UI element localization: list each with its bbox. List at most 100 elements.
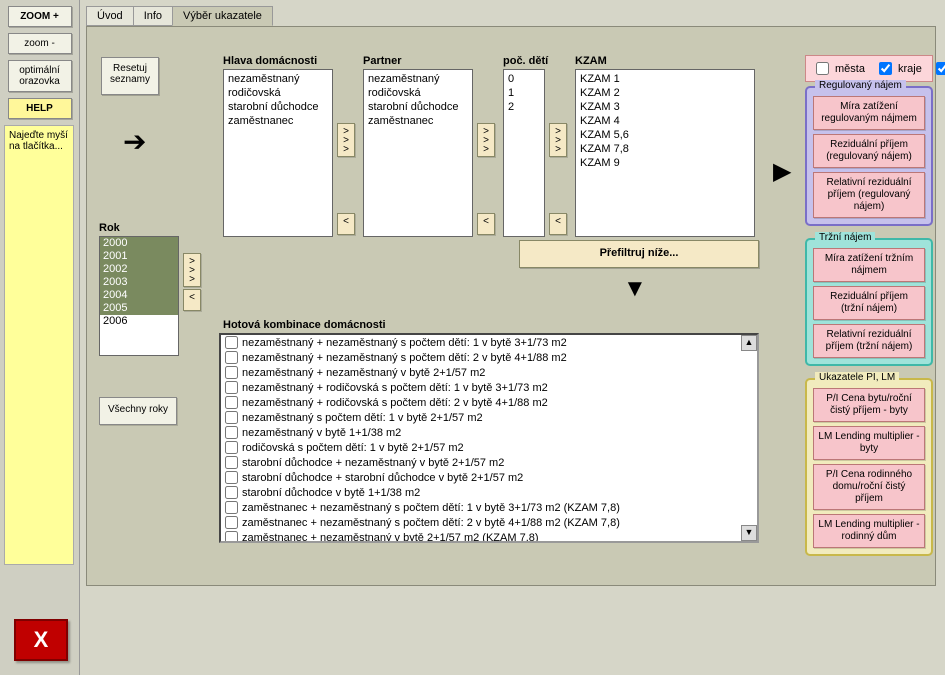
scroll-down-button[interactable]: ▼ xyxy=(741,525,757,541)
list-item[interactable]: KZAM 4 xyxy=(578,114,752,128)
hlava-add-button[interactable]: >>> xyxy=(337,123,355,157)
combo-row[interactable]: starobní důchodce v bytě 1+1/38 m2 xyxy=(221,485,757,500)
list-item[interactable]: 2006 xyxy=(100,315,178,328)
combo-row[interactable]: nezaměstnaný + nezaměstnaný s počtem dět… xyxy=(221,335,757,350)
combo-row[interactable]: starobní důchodce + starobní důchodce v … xyxy=(221,470,757,485)
rok-add-button[interactable]: >>> xyxy=(183,253,201,287)
reset-lists-button[interactable]: Resetuj seznamy xyxy=(101,57,159,95)
list-rok[interactable]: 2000 2001 2002 2003 2004 2005 2006 xyxy=(99,236,179,356)
combo-row[interactable]: starobní důchodce + nezaměstnaný v bytě … xyxy=(221,455,757,470)
combo-checkbox[interactable] xyxy=(225,396,238,409)
hlava-remove-button[interactable]: < xyxy=(337,213,355,235)
list-deti[interactable]: 0 1 2 xyxy=(503,69,545,237)
list-item[interactable]: zaměstnanec xyxy=(226,114,330,128)
combo-label: Hotová kombinace domácnosti xyxy=(223,319,386,331)
tab-vyber[interactable]: Výběr ukazatele xyxy=(172,6,273,26)
list-item[interactable]: 2005 xyxy=(100,302,178,315)
col-kzam-label: KZAM xyxy=(575,55,755,67)
list-item[interactable]: 2002 xyxy=(100,263,178,276)
close-button[interactable]: X xyxy=(14,619,68,661)
combo-checkbox[interactable] xyxy=(225,531,238,543)
btn-pi-byt[interactable]: P/I Cena bytu/roční čistý příjem - byty xyxy=(813,388,925,422)
combo-row[interactable]: rodičovská s počtem dětí: 1 v bytě 2+1/5… xyxy=(221,440,757,455)
list-item[interactable]: 2001 xyxy=(100,250,178,263)
list-item[interactable]: nezaměstnaný xyxy=(366,72,470,86)
combo-checkbox[interactable] xyxy=(225,501,238,514)
list-item[interactable]: rodičovská xyxy=(366,86,470,100)
rok-remove-button[interactable]: < xyxy=(183,289,201,311)
combo-checkbox[interactable] xyxy=(225,441,238,454)
list-item[interactable]: starobní důchodce xyxy=(226,100,330,114)
arrow-down-icon: ▼ xyxy=(623,275,647,303)
filter-mesta[interactable]: města xyxy=(812,59,865,78)
partner-remove-button[interactable]: < xyxy=(477,213,495,235)
prefilter-button[interactable]: Přefiltruj níže... xyxy=(519,240,759,268)
combo-row[interactable]: nezaměstnaný s počtem dětí: 1 v bytě 2+1… xyxy=(221,410,757,425)
list-kzam[interactable]: KZAM 1 KZAM 2 KZAM 3 KZAM 4 KZAM 5,6 KZA… xyxy=(575,69,755,237)
list-item[interactable]: rodičovská xyxy=(226,86,330,100)
combo-list[interactable]: nezaměstnaný + nezaměstnaný s počtem dět… xyxy=(219,333,759,543)
list-hlava[interactable]: nezaměstnaný rodičovská starobní důchodc… xyxy=(223,69,333,237)
combo-checkbox[interactable] xyxy=(225,381,238,394)
combo-checkbox[interactable] xyxy=(225,516,238,529)
all-years-button[interactable]: Všechny roky xyxy=(99,397,177,425)
list-partner[interactable]: nezaměstnaný rodičovská starobní důchodc… xyxy=(363,69,473,237)
panel-regulovany-najem: Regulovaný nájem Míra zatížení regulovan… xyxy=(805,86,933,226)
btn-rel-rezid-reg[interactable]: Relativní reziduální příjem (regulovaný … xyxy=(813,172,925,218)
combo-row[interactable]: nezaměstnaný + rodičovská s počtem dětí:… xyxy=(221,380,757,395)
combo-checkbox[interactable] xyxy=(225,426,238,439)
tab-info[interactable]: Info xyxy=(133,6,173,26)
scroll-up-button[interactable]: ▲ xyxy=(741,335,757,351)
combo-checkbox[interactable] xyxy=(225,336,238,349)
deti-remove-button[interactable]: < xyxy=(549,213,567,235)
combo-text: nezaměstnaný + rodičovská s počtem dětí:… xyxy=(242,397,548,409)
combo-checkbox[interactable] xyxy=(225,351,238,364)
btn-rezid-reg[interactable]: Reziduální příjem (regulovaný nájem) xyxy=(813,134,925,168)
list-item[interactable]: 2004 xyxy=(100,289,178,302)
list-item[interactable]: KZAM 7,8 xyxy=(578,142,752,156)
combo-checkbox[interactable] xyxy=(225,411,238,424)
combo-row[interactable]: zaměstnanec + nezaměstnaný s počtem dětí… xyxy=(221,500,757,515)
combo-checkbox[interactable] xyxy=(225,456,238,469)
combo-row[interactable]: nezaměstnaný + rodičovská s počtem dětí:… xyxy=(221,395,757,410)
list-item[interactable]: KZAM 1 xyxy=(578,72,752,86)
list-item[interactable]: 2000 xyxy=(100,237,178,250)
list-item[interactable]: 1 xyxy=(506,86,542,100)
filter-kraje[interactable]: kraje xyxy=(875,59,922,78)
combo-row[interactable]: nezaměstnaný v bytě 1+1/38 m2 xyxy=(221,425,757,440)
list-item[interactable]: KZAM 3 xyxy=(578,100,752,114)
combo-row[interactable]: nezaměstnaný + nezaměstnaný v bytě 2+1/5… xyxy=(221,365,757,380)
combo-row[interactable]: nezaměstnaný + nezaměstnaný s počtem dět… xyxy=(221,350,757,365)
list-item[interactable]: KZAM 2 xyxy=(578,86,752,100)
btn-lm-dum[interactable]: LM Lending multiplier - rodinný dům xyxy=(813,514,925,548)
list-item[interactable]: nezaměstnaný xyxy=(226,72,330,86)
combo-checkbox[interactable] xyxy=(225,366,238,379)
btn-pi-dum[interactable]: P/I Cena rodinného domu/roční čistý příj… xyxy=(813,464,925,510)
btn-rel-rezid-trzni[interactable]: Relativní reziduální příjem (tržní nájem… xyxy=(813,324,925,358)
combo-row[interactable]: zaměstnanec + nezaměstnaný s počtem dětí… xyxy=(221,515,757,530)
zoom-out-button[interactable]: zoom - xyxy=(8,33,72,54)
btn-lm-byt[interactable]: LM Lending multiplier - byty xyxy=(813,426,925,460)
partner-add-button[interactable]: >>> xyxy=(477,123,495,157)
list-item[interactable]: 2003 xyxy=(100,276,178,289)
panel-title: Ukazatele PI, LM xyxy=(815,372,899,383)
btn-rezid-trzni[interactable]: Reziduální příjem (tržní nájem) xyxy=(813,286,925,320)
list-item[interactable]: zaměstnanec xyxy=(366,114,470,128)
combo-checkbox[interactable] xyxy=(225,471,238,484)
list-item[interactable]: KZAM 5,6 xyxy=(578,128,752,142)
col-deti-label: poč. dětí xyxy=(503,55,548,67)
list-item[interactable]: KZAM 9 xyxy=(578,156,752,170)
list-item[interactable]: 2 xyxy=(506,100,542,114)
combo-row[interactable]: zaměstnanec + nezaměstnaný v bytě 2+1/57… xyxy=(221,530,757,543)
filter-cr[interactable]: ČR xyxy=(932,59,945,78)
zoom-in-button[interactable]: ZOOM + xyxy=(8,6,72,27)
tab-uvod[interactable]: Úvod xyxy=(86,6,134,26)
btn-mira-trzni[interactable]: Míra zatížení tržním nájmem xyxy=(813,248,925,282)
combo-checkbox[interactable] xyxy=(225,486,238,499)
help-button[interactable]: HELP xyxy=(8,98,72,119)
btn-mira-reg[interactable]: Míra zatížení regulovaným nájmem xyxy=(813,96,925,130)
optimal-screen-button[interactable]: optimální orazovka xyxy=(8,60,72,92)
list-item[interactable]: starobní důchodce xyxy=(366,100,470,114)
deti-add-button[interactable]: >>> xyxy=(549,123,567,157)
list-item[interactable]: 0 xyxy=(506,72,542,86)
